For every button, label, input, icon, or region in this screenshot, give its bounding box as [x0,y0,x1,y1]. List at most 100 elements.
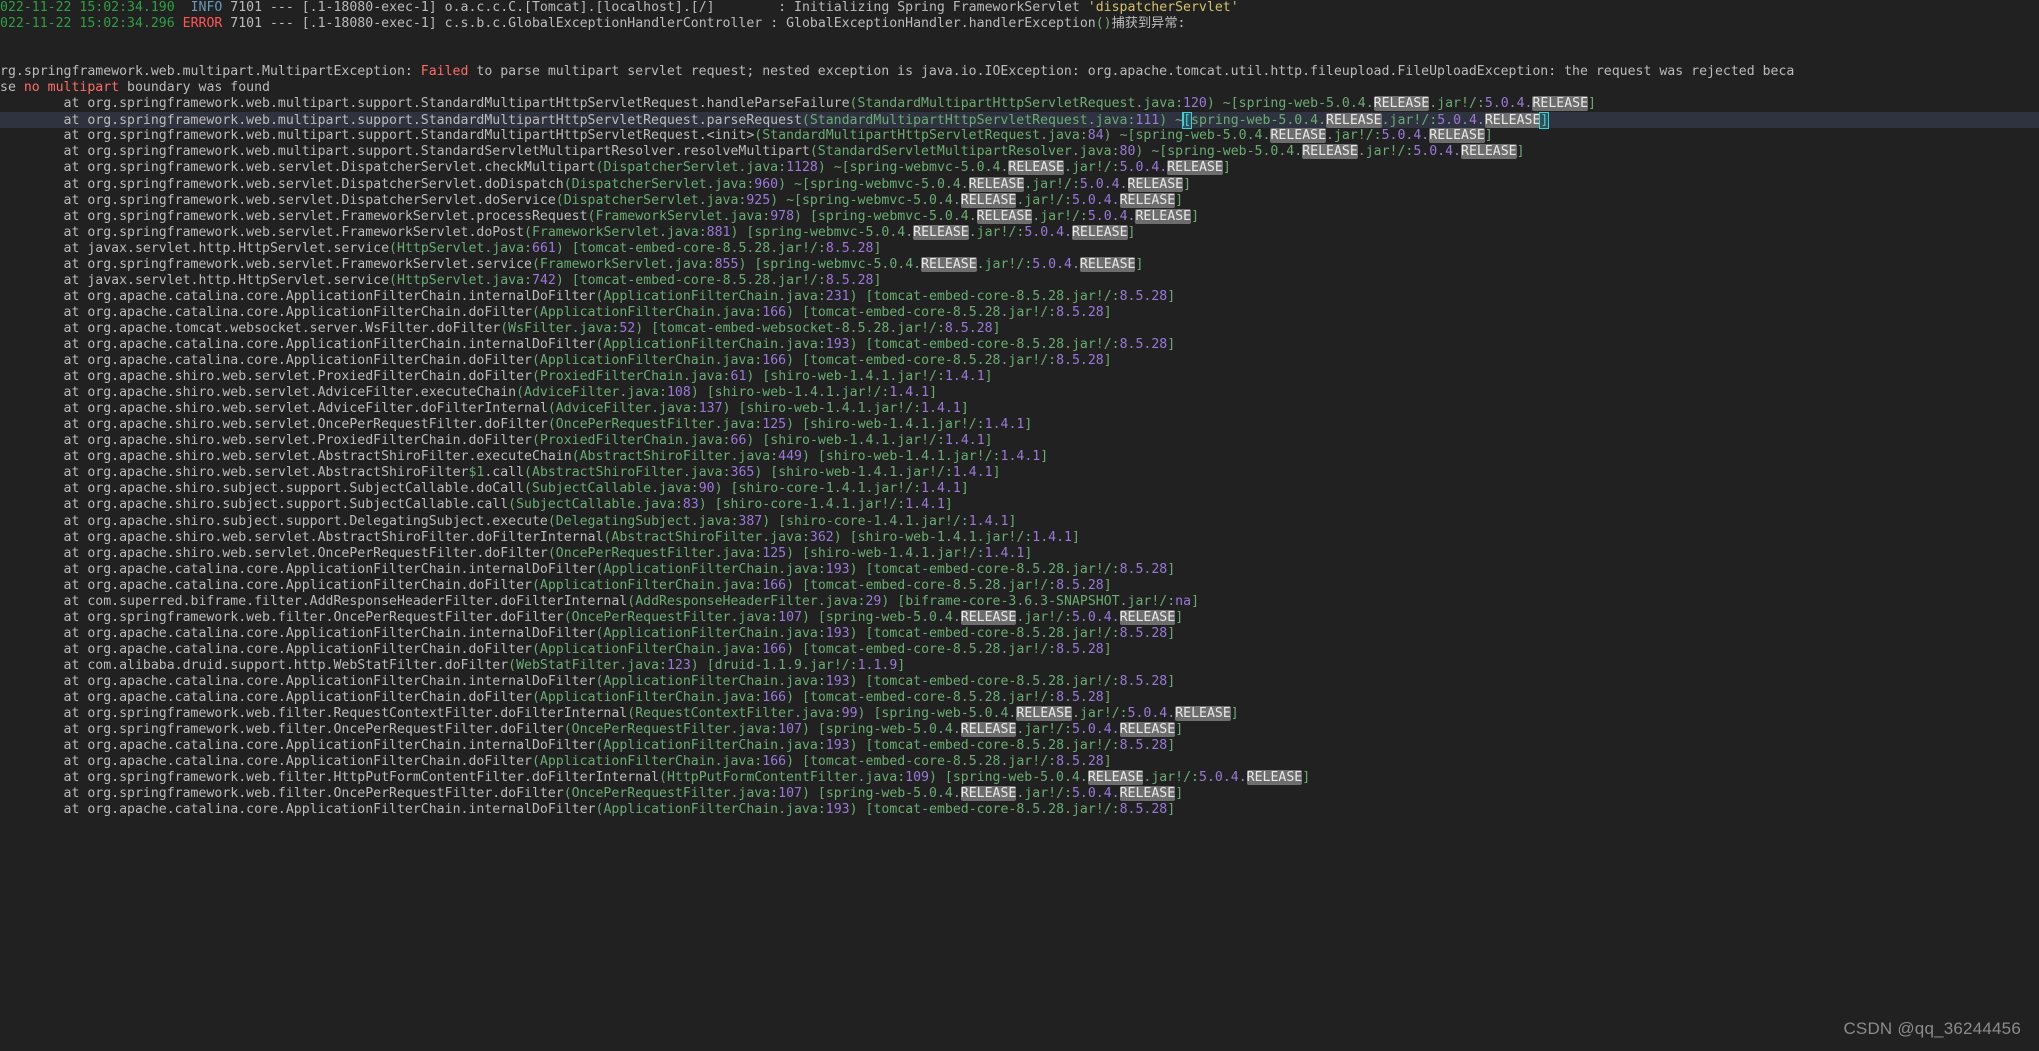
stack-frame-row[interactable]: at org.springframework.web.servlet.Frame… [0,224,2039,241]
stack-frame-row[interactable]: at org.springframework.web.multipart.sup… [0,96,2039,112]
exception-header-line[interactable]: rg.springframework.web.multipart.Multipa… [0,64,2039,80]
stack-frame-class: org.apache.catalina.core.ApplicationFilt… [87,673,596,689]
stack-frame-version: 1.4.1 [944,433,985,449]
stack-frame-row[interactable]: at javax.servlet.http.HttpServlet.servic… [0,273,2039,289]
stack-frame-file: AdviceFilter.java [524,385,660,401]
stack-frame-class: org.springframework.web.multipart.suppor… [87,96,850,112]
stack-frame-line-number: 978 [770,208,795,224]
search-match: RELEASE [1127,176,1184,192]
stack-frame-file: HttpServlet.java [397,272,525,288]
stack-frame-row[interactable]: at org.apache.catalina.core.ApplicationF… [0,353,2039,369]
stack-frame-version: 8.5.28 [1056,690,1104,706]
stack-frame-line-number: 193 [825,561,850,577]
stack-frame-row[interactable]: at org.springframework.web.servlet.Frame… [0,256,2039,273]
stack-frame-row[interactable]: at org.apache.shiro.web.servlet.Abstract… [0,449,2039,465]
stack-frame-row[interactable]: at org.apache.catalina.core.ApplicationF… [0,802,2039,818]
stack-frame-line-number: 29 [865,593,882,609]
stack-frame-row[interactable]: at com.alibaba.druid.support.http.WebSta… [0,658,2039,674]
stack-frame-line-number: 960 [754,176,779,192]
stack-frame-row[interactable]: at org.springframework.web.servlet.Dispa… [0,176,2039,193]
exception-header-line-wrap[interactable]: se no multipart boundary was found [0,80,2039,96]
stack-frame-class: org.apache.shiro.web.servlet.ProxiedFilt… [87,433,532,449]
stack-frame-version: 5.0.4.RELEASE [1413,144,1517,160]
stack-frame-row[interactable]: at org.springframework.web.filter.OncePe… [0,609,2039,626]
stack-frame-row[interactable]: at org.apache.shiro.web.servlet.OncePerR… [0,546,2039,562]
stack-frame-row[interactable]: at org.apache.shiro.web.servlet.ProxiedF… [0,369,2039,385]
stack-frame-jar: tomcat-embed-core-8.5.28.jar! [809,754,1041,770]
search-match: RELEASE [1016,706,1072,722]
stack-frame-row[interactable]: at org.apache.shiro.web.servlet.ProxiedF… [0,433,2039,449]
search-match: RELEASE [1429,128,1485,144]
log-thread: [.1-18080-exec-1] [301,16,437,32]
exception-class: rg.springframework.web.multipart.Multipa… [0,64,421,80]
stack-frame-version: 5.0.4.RELEASE [1119,160,1223,176]
stack-frame-row[interactable]: at org.apache.shiro.web.servlet.OncePerR… [0,417,2039,433]
stack-frame-row[interactable]: at org.apache.catalina.core.ApplicationF… [0,674,2039,690]
stack-frame-row[interactable]: at org.apache.catalina.core.ApplicationF… [0,289,2039,305]
log-line-info[interactable]: 022-11-22 15:02:34.190 INFO 7101 --- [.1… [0,0,2039,16]
stack-frame-version: 5.0.4.RELEASE [1127,706,1231,722]
stack-frame-row[interactable]: at org.apache.shiro.web.servlet.AdviceFi… [0,401,2039,417]
log-line-error[interactable]: 022-11-22 15:02:34.296 ERROR 7101 --- [.… [0,16,2039,32]
stack-frame-class: org.springframework.web.servlet.Framewor… [87,224,525,240]
stack-frame-row[interactable]: at org.springframework.web.multipart.sup… [0,112,2039,130]
stack-frame-jar: shiro-core-1.4.1.jar! [786,513,953,529]
stack-frame-row[interactable]: at org.springframework.web.servlet.Frame… [0,208,2039,225]
stack-frame-row[interactable]: at org.apache.catalina.core.ApplicationF… [0,754,2039,770]
stack-frame-row[interactable]: at org.apache.catalina.core.ApplicationF… [0,690,2039,706]
stack-frame-file: StandardServletMultipartResolver.java [817,144,1112,160]
stack-frame-class: org.springframework.web.multipart.suppor… [87,144,810,160]
exception-keyword-2: no multipart [23,80,120,96]
stack-frame-row[interactable]: at org.apache.tomcat.websocket.server.Ws… [0,321,2039,337]
stack-frame-row[interactable]: at org.springframework.web.multipart.sup… [0,144,2039,160]
stack-frame-line-number: 66 [730,433,747,449]
stack-frame-version: 5.0.4.RELEASE [1381,128,1485,144]
stack-frame-file: AdviceFilter.java [555,401,691,417]
stack-frame-version: 8.5.28 [1119,802,1168,818]
stack-frame-row[interactable]: at org.apache.catalina.core.ApplicationF… [0,562,2039,578]
stack-frame-row[interactable]: at org.apache.catalina.core.ApplicationF… [0,642,2039,658]
stack-frame-row[interactable]: at org.springframework.web.filter.Reques… [0,706,2039,722]
console-output-panel[interactable]: 022-11-22 15:02:34.190 INFO 7101 --- [.1… [0,0,2039,1051]
stack-frame-row[interactable]: at org.springframework.web.servlet.Dispa… [0,160,2039,176]
stack-frame-row[interactable]: at org.apache.catalina.core.ApplicationF… [0,738,2039,754]
stack-frame-row[interactable]: at org.apache.shiro.subject.support.Dele… [0,514,2039,530]
stack-frame-row[interactable]: at org.apache.catalina.core.ApplicationF… [0,626,2039,642]
stack-frame-row[interactable]: at org.springframework.web.filter.HttpPu… [0,770,2039,786]
stack-frame-jar: spring-web-5.0.4.RELEASE.jar! [825,609,1057,625]
stack-frame-file: ApplicationFilterChain.java [539,577,755,593]
stack-frame-row[interactable]: at org.springframework.web.multipart.sup… [0,128,2039,144]
stack-frame-class: org.apache.shiro.web.servlet.OncePerRequ… [87,545,548,561]
stack-frame-row[interactable]: at org.apache.shiro.web.servlet.Abstract… [0,530,2039,546]
stack-frame-line-number: 166 [762,577,787,593]
stack-frame-row[interactable]: at org.apache.catalina.core.ApplicationF… [0,305,2039,321]
search-match: RELEASE [921,256,977,272]
search-match: RELEASE [1087,770,1144,786]
stack-frame-row[interactable]: at org.apache.shiro.subject.support.Subj… [0,497,2039,513]
stack-frame-line-number: 90 [698,481,715,497]
stack-frame-row[interactable]: at org.apache.shiro.web.servlet.Abstract… [0,465,2039,481]
stack-frame-version: 8.5.28 [1119,738,1168,754]
stack-frame-row[interactable]: at org.apache.shiro.web.servlet.AdviceFi… [0,385,2039,401]
log-level: INFO [190,0,223,15]
stack-frame-class: org.apache.catalina.core.ApplicationFilt… [87,353,532,369]
stack-frame-file: ApplicationFilterChain.java [539,641,755,657]
stack-frame-row[interactable]: at org.springframework.web.servlet.Dispa… [0,192,2039,209]
stack-frame-row[interactable]: at javax.servlet.http.HttpServlet.servic… [0,241,2039,257]
stack-frame-row[interactable]: at org.springframework.web.filter.OncePe… [0,722,2039,738]
stack-frame-row[interactable]: at org.apache.shiro.subject.support.Subj… [0,481,2039,497]
stack-frame-file: ApplicationFilterChain.java [539,754,755,770]
stack-frame-line-number: 83 [682,497,699,513]
stack-frame-row[interactable]: at org.apache.catalina.core.ApplicationF… [0,578,2039,594]
stack-frame-file: HttpServlet.java [397,240,525,256]
exception-keyword: Failed [420,64,469,80]
stack-frame-version: na [1175,593,1192,609]
stack-frame-jar: tomcat-embed-core-8.5.28.jar! [873,561,1104,577]
stack-frame-row[interactable]: at org.springframework.web.filter.OncePe… [0,786,2039,802]
stack-frame-file: ApplicationFilterChain.java [603,802,818,818]
stack-frame-class: org.apache.shiro.subject.support.Delegat… [87,513,548,529]
stack-frame-version: 8.5.28 [944,320,993,336]
stack-frame-row[interactable]: at com.superred.biframe.filter.AddRespon… [0,594,2039,610]
stack-frame-row[interactable]: at org.apache.catalina.core.ApplicationF… [0,337,2039,353]
